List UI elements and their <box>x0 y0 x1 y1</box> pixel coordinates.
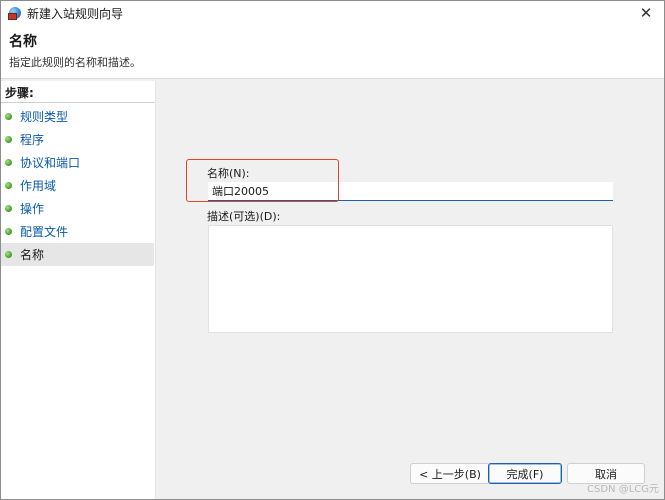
page-header: 名称 指定此规则的名称和描述。 <box>1 25 664 79</box>
title-bar: 新建入站规则向导 ✕ <box>1 1 664 25</box>
step-bullet-icon <box>5 182 12 189</box>
step-label: 名称 <box>20 248 45 262</box>
step-bullet-icon <box>5 159 12 166</box>
step-item-rule-type[interactable]: 规则类型 <box>1 105 154 128</box>
annotation-highlight-box <box>186 159 339 202</box>
step-item-action[interactable]: 操作 <box>1 197 154 220</box>
step-label: 协议和端口 <box>20 156 81 170</box>
step-label: 程序 <box>20 133 45 147</box>
step-list: 规则类型 程序 协议和端口 作用域 操作 配置文件 名称 <box>1 105 154 266</box>
step-bullet-icon <box>5 251 12 258</box>
watermark: CSDN @LCG元 <box>587 484 659 495</box>
step-item-protocol-port[interactable]: 协议和端口 <box>1 151 154 174</box>
step-bullet-icon <box>5 228 12 235</box>
firewall-icon <box>8 6 22 20</box>
step-label: 配置文件 <box>20 225 69 239</box>
page-description: 指定此规则的名称和描述。 <box>9 56 141 69</box>
step-label: 规则类型 <box>20 110 69 124</box>
close-icon: ✕ <box>639 4 653 22</box>
steps-label: 步骤: <box>5 86 34 100</box>
step-item-name[interactable]: 名称 <box>1 243 154 266</box>
wizard-window: 新建入站规则向导 ✕ 名称 指定此规则的名称和描述。 步骤: 规则类型 程序 协… <box>0 0 665 500</box>
steps-divider <box>1 102 155 103</box>
page-title: 名称 <box>9 34 37 50</box>
step-label: 操作 <box>20 202 45 216</box>
description-field-label: 描述(可选)(D): <box>207 210 281 223</box>
step-bullet-icon <box>5 136 12 143</box>
steps-pane: 步骤: 规则类型 程序 协议和端口 作用域 操作 配置文件 名称 <box>1 81 156 499</box>
close-button[interactable]: ✕ <box>636 3 656 23</box>
finish-button[interactable]: 完成(F) <box>488 463 562 484</box>
step-item-profile[interactable]: 配置文件 <box>1 220 154 243</box>
back-button[interactable]: < 上一步(B) <box>410 463 490 484</box>
window-title: 新建入站规则向导 <box>27 6 124 21</box>
step-item-scope[interactable]: 作用域 <box>1 174 154 197</box>
step-label: 作用域 <box>20 179 57 193</box>
step-bullet-icon <box>5 205 12 212</box>
description-textarea[interactable] <box>208 225 613 333</box>
step-item-program[interactable]: 程序 <box>1 128 154 151</box>
step-bullet-icon <box>5 113 12 120</box>
